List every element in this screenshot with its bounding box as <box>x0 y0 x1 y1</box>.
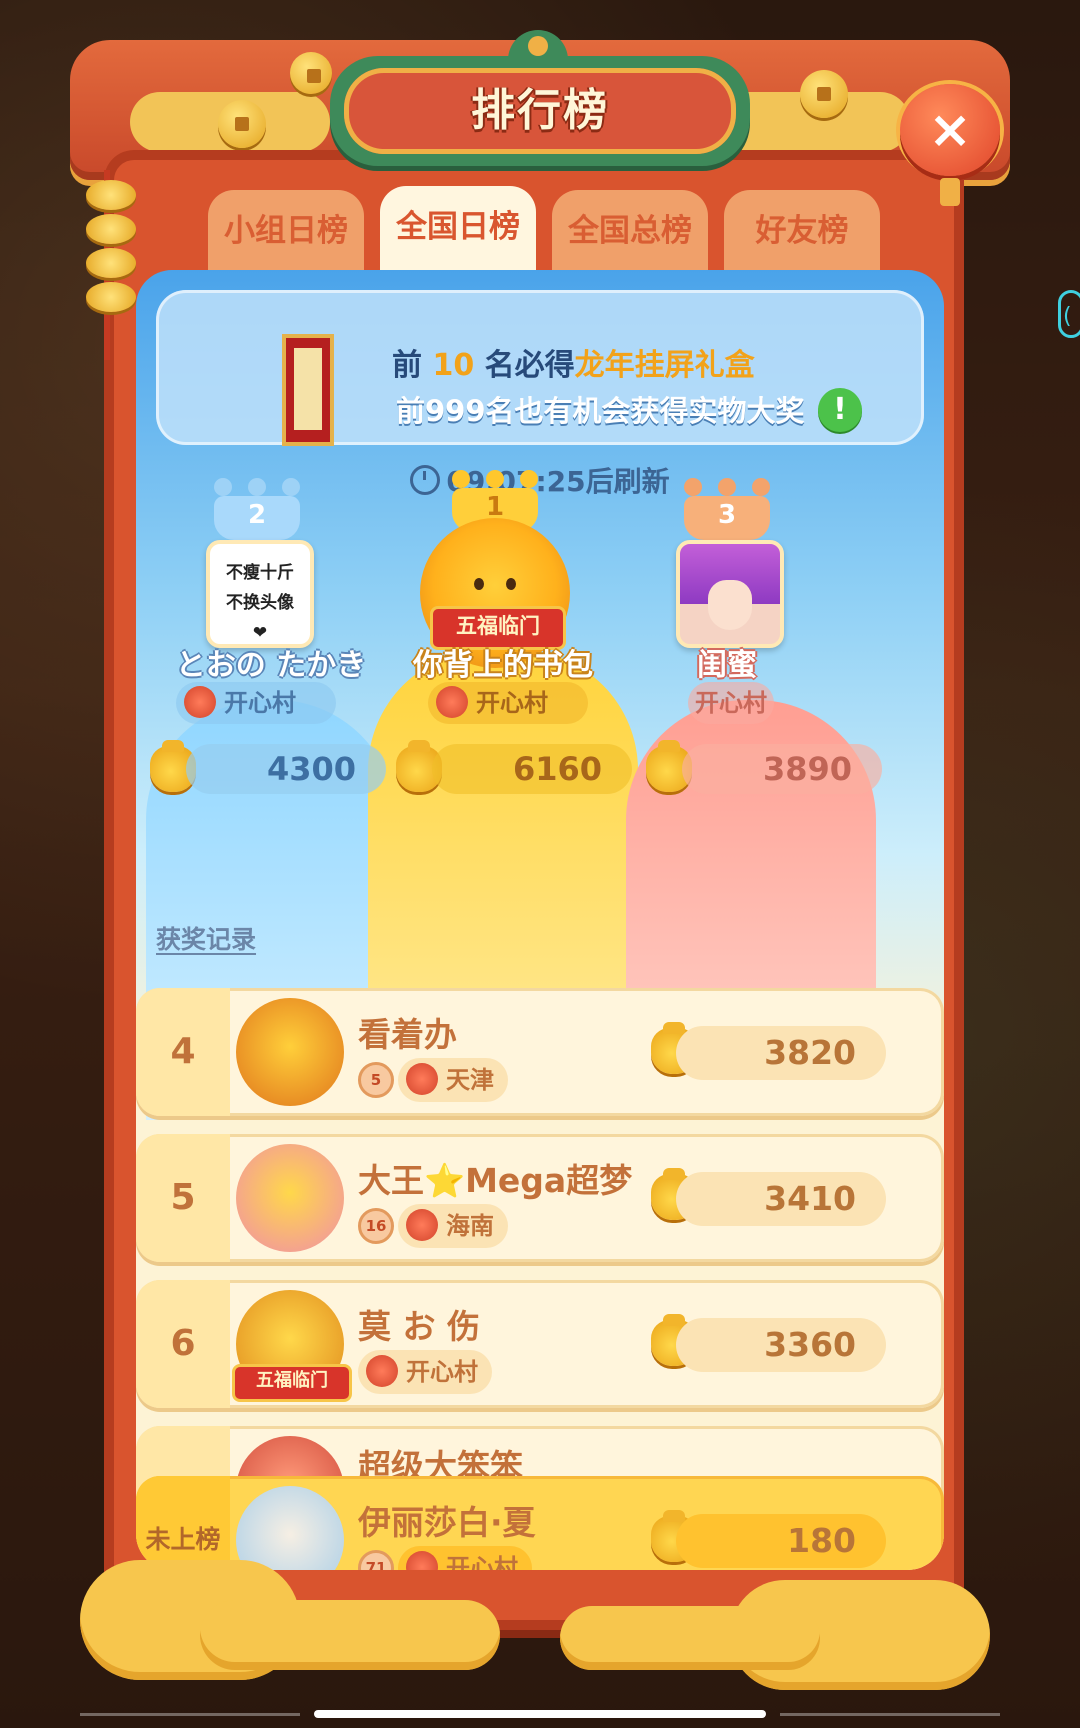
rank-number: 3 <box>717 500 737 530</box>
avatar-face <box>708 580 752 630</box>
chick-eyes <box>470 578 520 590</box>
banner-prize-name: 龙年挂屏礼盒 <box>574 348 755 383</box>
title-plaque: 排行榜 <box>330 56 750 166</box>
village-badge-rank2: 开心村 <box>176 682 336 724</box>
village-badge-rank1: 开心村 <box>428 682 588 724</box>
podium-name-rank2: とおの たかき <box>175 648 367 683</box>
award-history-link[interactable]: 获奖记录 <box>156 920 256 956</box>
location-label: 开心村 <box>406 1358 478 1386</box>
rank-number: 2 <box>247 500 267 530</box>
close-icon: × <box>928 100 972 160</box>
my-avatar <box>236 1486 344 1570</box>
level-badge-icon: 16 <box>358 1208 394 1244</box>
row-rank: 5 <box>136 1134 230 1262</box>
tiger-icon <box>436 686 468 718</box>
score-rank1: 6160 <box>432 744 632 794</box>
avatar-rank2[interactable]: 不瘦十斤 不换头像 ❤ <box>206 540 314 648</box>
tab-national-daily[interactable]: 全国日榜 <box>380 186 536 276</box>
close-button[interactable]: × <box>900 84 1000 176</box>
village-label: 开心村 <box>695 689 767 717</box>
ribbon-five-blessings: 五福临门 <box>232 1364 352 1402</box>
table-row[interactable]: 4 看着办 5 天津 3820 <box>136 988 944 1116</box>
score-rank3: 3890 <box>682 744 882 794</box>
dragon-scroll-image <box>282 334 334 446</box>
edge-line <box>780 1713 1000 1716</box>
village-label: 开心村 <box>476 689 548 717</box>
coin-icon <box>800 70 848 118</box>
location-label: 开心村 <box>446 1554 518 1570</box>
village-label: 开心村 <box>224 689 296 717</box>
row-location: 海南 <box>398 1204 508 1248</box>
tiger-icon <box>406 1063 438 1095</box>
tiger-icon <box>366 1355 398 1387</box>
edge-line <box>80 1713 300 1716</box>
bottom-cloud-right <box>560 1606 820 1670</box>
crown-icon-rank3: 3 <box>684 478 770 540</box>
podium-name-rank1: 你背上的书包 <box>413 648 593 683</box>
row-score: 3410 <box>676 1172 886 1226</box>
tab-national-total[interactable]: 全国总榜 <box>552 190 708 274</box>
coin-icon <box>218 100 266 148</box>
banner-mid-text: 名必得 <box>484 348 575 383</box>
podium-name-rank3: 闺蜜 <box>697 648 757 683</box>
row-rank: 6 <box>136 1280 230 1408</box>
row-rank: 4 <box>136 988 230 1116</box>
banner-line2: 前999名也有机会获得实物大奖 <box>396 394 805 428</box>
side-edge-icon: ( <box>1058 290 1080 338</box>
side-coin-stack-icon <box>86 180 136 320</box>
tab-friends[interactable]: 好友榜 <box>724 190 880 274</box>
tiger-icon <box>406 1209 438 1241</box>
village-badge-rank3: 开心村 <box>688 682 774 724</box>
row-name: 莫 お 伤 <box>358 1307 480 1346</box>
tiger-icon <box>406 1551 438 1570</box>
score-rank2: 4300 <box>186 744 386 794</box>
row-location: 开心村 <box>358 1350 492 1394</box>
location-label: 天津 <box>446 1066 494 1094</box>
row-score: 3360 <box>676 1318 886 1372</box>
avatar-handwritten-text: 不瘦十斤 不换头像 ❤ <box>226 563 294 643</box>
crown-icon-rank2: 2 <box>214 478 300 540</box>
coin-icon <box>290 52 332 94</box>
banner-prefix: 前 <box>392 348 422 383</box>
my-rank-row[interactable]: 未上榜 伊丽莎白·夏 71 开心村 180 <box>136 1476 944 1570</box>
avatar-rank3[interactable] <box>676 540 784 648</box>
info-icon[interactable]: ! <box>818 388 862 432</box>
row-location: 天津 <box>398 1058 508 1102</box>
location-label: 海南 <box>446 1212 494 1240</box>
tiger-icon <box>184 686 216 718</box>
prize-banner: 前 10 名必得龙年挂屏礼盒 前999名也有机会获得实物大奖 ! <box>156 290 924 446</box>
page-title: 排行榜 <box>471 85 609 136</box>
row-score: 3820 <box>676 1026 886 1080</box>
table-row[interactable]: 5 大王⭐Mega超梦 16 海南 3410 <box>136 1134 944 1262</box>
my-name: 伊丽莎白·夏 <box>358 1503 536 1542</box>
table-row[interactable]: 6 五福临门 莫 お 伤 开心村 3360 <box>136 1280 944 1408</box>
banner-top-count: 10 <box>432 348 475 383</box>
clock-icon <box>410 465 441 495</box>
my-rank-status: 未上榜 <box>136 1476 230 1570</box>
my-location: 开心村 <box>398 1546 532 1570</box>
tab-group-daily[interactable]: 小组日榜 <box>208 190 364 274</box>
row-avatar <box>236 998 344 1106</box>
row-name: 大王⭐Mega超梦 <box>358 1161 633 1200</box>
level-badge-icon: 71 <box>358 1550 394 1570</box>
level-badge-icon: 5 <box>358 1062 394 1098</box>
my-score: 180 <box>676 1514 886 1568</box>
bottom-cloud-left <box>200 1600 500 1670</box>
banner-line1: 前 10 名必得龙年挂屏礼盒 <box>392 340 755 383</box>
row-name: 看着办 <box>358 1015 457 1054</box>
home-indicator[interactable] <box>314 1710 766 1718</box>
leaderboard-panel: 前 10 名必得龙年挂屏礼盒 前999名也有机会获得实物大奖 ! 09:07:2… <box>136 270 944 1570</box>
row-avatar <box>236 1144 344 1252</box>
lantern-tassel <box>940 178 960 206</box>
